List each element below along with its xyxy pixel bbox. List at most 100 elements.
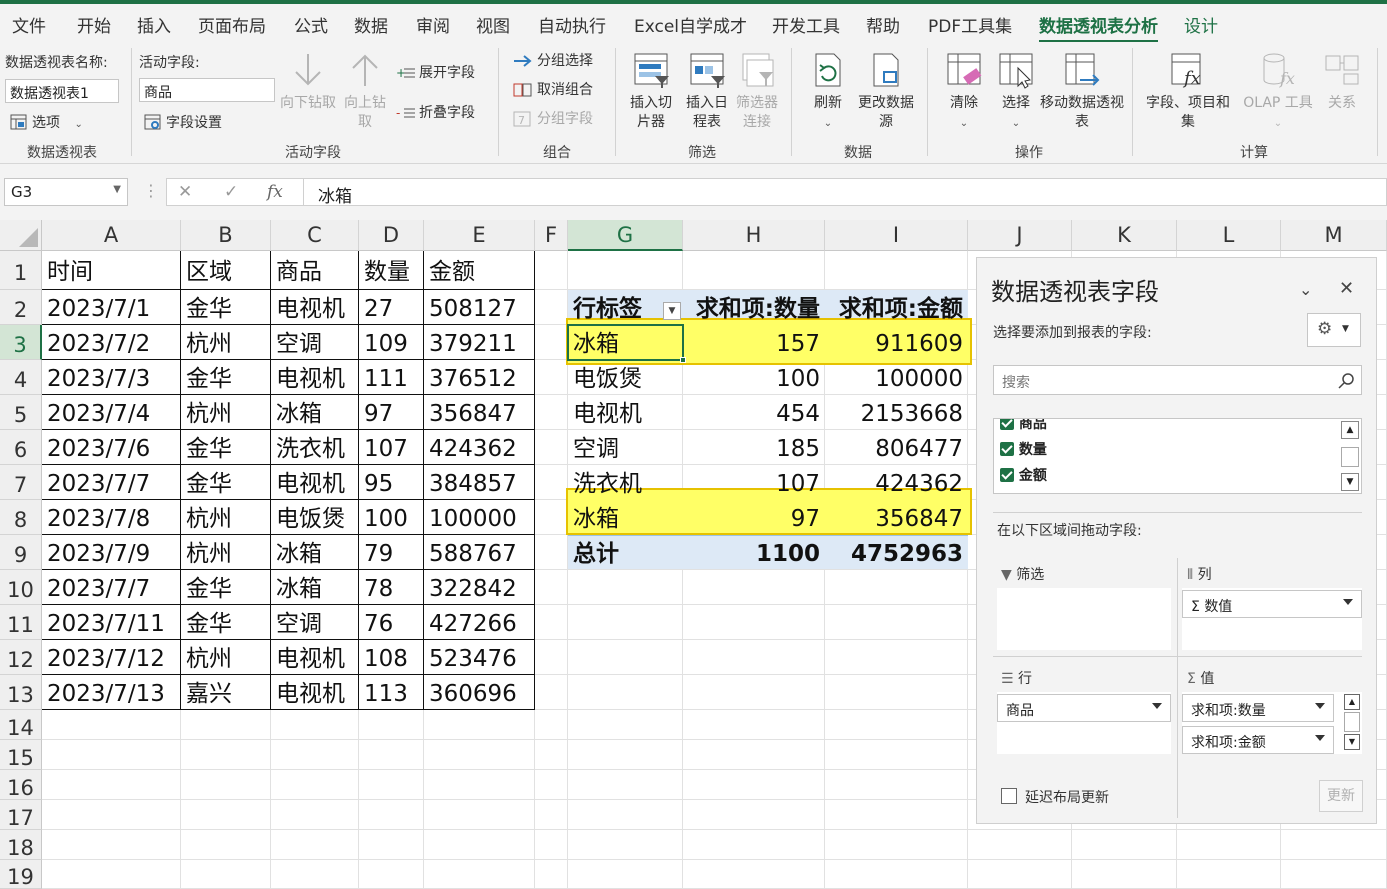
table-cell[interactable]: 2023/7/1	[42, 290, 181, 325]
active-cell-border[interactable]	[567, 324, 684, 361]
pivot-row-label[interactable]: 冰箱	[568, 500, 683, 535]
pivot-header-sum-qty[interactable]: 求和项:数量	[683, 290, 825, 325]
pivot-row-label[interactable]: 电视机	[568, 395, 683, 430]
field-item[interactable]: 商品	[1000, 419, 1047, 433]
table-cell[interactable]: 杭州	[181, 535, 271, 570]
table-cell[interactable]: 金华	[181, 360, 271, 395]
table-cell[interactable]: 356847	[424, 395, 535, 430]
table-cell[interactable]: 空调	[271, 325, 359, 360]
enter-icon[interactable]: ✓	[224, 182, 238, 202]
table-cell[interactable]: 杭州	[181, 640, 271, 675]
rows-item[interactable]: 商品	[997, 694, 1171, 722]
pivot-header-row-labels[interactable]: 行标签 ▼	[568, 290, 683, 325]
pivot-value-qty[interactable]: 97	[683, 500, 825, 535]
table-cell[interactable]: 电视机	[271, 465, 359, 500]
table-header-cell[interactable]: 金额	[424, 251, 535, 290]
drill-up-button[interactable]: 向上钻取	[340, 50, 390, 132]
table-cell[interactable]: 108	[359, 640, 424, 675]
scroll-down-icon[interactable]: ▼	[1341, 473, 1359, 491]
cancel-icon[interactable]: ✕	[178, 182, 192, 202]
table-cell[interactable]: 2023/7/2	[42, 325, 181, 360]
column-header[interactable]: D	[359, 220, 424, 251]
table-cell[interactable]: 360696	[424, 675, 535, 710]
table-cell[interactable]: 322842	[424, 570, 535, 605]
name-box[interactable]: G3 ▼	[4, 178, 128, 206]
table-cell[interactable]: 111	[359, 360, 424, 395]
pivot-total-qty[interactable]: 1100	[683, 535, 825, 570]
table-cell[interactable]: 杭州	[181, 500, 271, 535]
table-header-cell[interactable]: 时间	[42, 251, 181, 290]
row-header[interactable]: 1	[0, 251, 42, 290]
filter-connections-button[interactable]: 筛选器连接	[734, 50, 780, 132]
scroll-up-icon[interactable]: ▲	[1341, 421, 1359, 439]
options-button[interactable]: 选项 ⌄	[9, 112, 83, 132]
column-header[interactable]: C	[271, 220, 359, 251]
change-source-button[interactable]: 更改数据源	[852, 50, 920, 132]
rows-zone[interactable]: 商品	[997, 692, 1171, 754]
column-header[interactable]: E	[424, 220, 535, 251]
pivot-header-sum-amount[interactable]: 求和项:金额	[825, 290, 968, 325]
close-icon[interactable]: ✕	[1339, 278, 1354, 299]
scroll-up-icon[interactable]: ▲	[1344, 694, 1360, 710]
table-cell[interactable]: 金华	[181, 570, 271, 605]
group-selection-button[interactable]: 分组选择	[512, 50, 593, 70]
table-cell[interactable]: 424362	[424, 430, 535, 465]
checkbox-checked-icon[interactable]	[1000, 442, 1014, 456]
pivot-value-qty[interactable]: 157	[683, 325, 825, 360]
tab-view[interactable]: 视图	[476, 12, 510, 37]
tab-review[interactable]: 审阅	[416, 12, 450, 37]
field-settings-button[interactable]: 字段设置	[143, 112, 222, 132]
row-header[interactable]: 6	[0, 430, 42, 465]
table-cell[interactable]: 电视机	[271, 290, 359, 325]
checkbox-checked-icon[interactable]	[1000, 468, 1014, 482]
table-cell[interactable]: 2023/7/7	[42, 465, 181, 500]
row-header[interactable]: 16	[0, 770, 42, 800]
columns-zone[interactable]: Σ 数值	[1182, 588, 1362, 650]
table-cell[interactable]: 金华	[181, 605, 271, 640]
pivot-value-amount[interactable]: 911609	[825, 325, 968, 360]
columns-item-values[interactable]: Σ 数值	[1182, 590, 1362, 618]
active-field-input[interactable]: 商品	[139, 78, 275, 102]
table-cell[interactable]: 384857	[424, 465, 535, 500]
table-cell[interactable]: 109	[359, 325, 424, 360]
scroll-down-icon[interactable]: ▼	[1344, 734, 1360, 750]
table-cell[interactable]: 杭州	[181, 395, 271, 430]
fields-items-sets-button[interactable]: fx 字段、项目和集	[1140, 50, 1236, 132]
row-header[interactable]: 2	[0, 290, 42, 325]
pivot-row-label[interactable]: 空调	[568, 430, 683, 465]
table-cell[interactable]: 金华	[181, 465, 271, 500]
row-header[interactable]: 18	[0, 830, 42, 860]
row-header[interactable]: 14	[0, 710, 42, 740]
column-header[interactable]: L	[1177, 220, 1281, 251]
column-header[interactable]: M	[1281, 220, 1387, 251]
table-cell[interactable]: 2023/7/3	[42, 360, 181, 395]
table-cell[interactable]: 113	[359, 675, 424, 710]
insert-timeline-button[interactable]: 插入日程表	[680, 50, 734, 132]
values-item[interactable]: 求和项:金额	[1182, 726, 1334, 754]
table-cell[interactable]: 嘉兴	[181, 675, 271, 710]
table-cell[interactable]: 100000	[424, 500, 535, 535]
table-cell[interactable]: 588767	[424, 535, 535, 570]
tab-data[interactable]: 数据	[354, 12, 388, 37]
table-cell[interactable]: 金华	[181, 290, 271, 325]
scrollbar-thumb[interactable]	[1344, 712, 1360, 732]
table-cell[interactable]: 2023/7/9	[42, 535, 181, 570]
update-button[interactable]: 更新	[1319, 780, 1363, 812]
row-header[interactable]: 13	[0, 675, 42, 710]
select-all-button[interactable]	[0, 220, 42, 251]
column-header[interactable]: F	[535, 220, 568, 251]
column-header[interactable]: A	[42, 220, 181, 251]
table-cell[interactable]: 100	[359, 500, 424, 535]
row-header[interactable]: 9	[0, 535, 42, 570]
group-field-button[interactable]: 7 分组字段	[512, 108, 593, 128]
table-cell[interactable]: 冰箱	[271, 535, 359, 570]
table-cell[interactable]: 27	[359, 290, 424, 325]
tab-formulas[interactable]: 公式	[294, 12, 328, 37]
table-cell[interactable]: 97	[359, 395, 424, 430]
select-button[interactable]: 选择 ⌄	[992, 50, 1040, 133]
tab-excel-learning[interactable]: Excel自学成才	[634, 12, 747, 37]
insert-function-icon[interactable]: fx	[267, 182, 283, 202]
table-cell[interactable]: 电视机	[271, 640, 359, 675]
table-cell[interactable]: 427266	[424, 605, 535, 640]
table-cell[interactable]: 78	[359, 570, 424, 605]
